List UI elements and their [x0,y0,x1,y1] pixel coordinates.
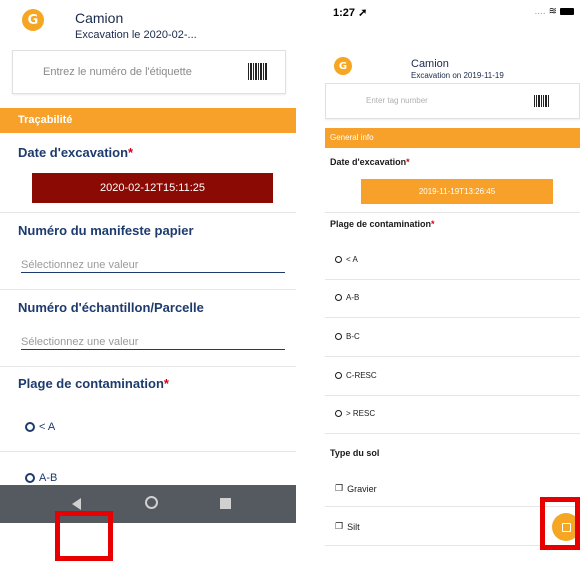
radio-option[interactable]: A-B [25,472,57,484]
status-time: 1:27 ➚ [333,7,368,19]
tag-input-placeholder: Entrez le numéro de l'étiquette [43,66,192,78]
signal-icon: .... [534,6,546,17]
radio-option[interactable]: < A [335,255,358,264]
date-button[interactable]: 2020-02-12T15:11:25 [32,173,273,203]
back-icon[interactable] [72,498,81,510]
divider [0,289,296,290]
radio-circle-icon [335,410,342,417]
divider [325,317,580,318]
divider [0,212,296,213]
radio-circle-icon [25,422,35,432]
app-subtitle: Excavation le 2020-02-... [75,29,197,41]
section-header: Traçabilité [0,108,296,133]
manifest-label: Numéro du manifeste papier [18,223,194,238]
logo-g-icon: G [334,57,352,75]
tag-input-placeholder: Enter tag number [366,96,428,105]
radio-circle-icon [335,256,342,263]
divider [325,356,580,357]
barcode-icon[interactable] [534,95,550,107]
tag-input[interactable]: Enter tag number [325,83,580,119]
android-screen: G Camion Excavation le 2020-02-... Entre… [0,0,296,561]
radio-option[interactable]: < A [25,421,55,433]
checkbox-option[interactable]: ❐ Gravier [335,483,377,494]
divider [0,366,296,367]
app-title: Camion [75,10,124,26]
app-subtitle: Excavation on 2019-11-19 [411,71,504,80]
divider [325,279,580,280]
radio-circle-icon [25,473,35,483]
contamination-label: Plage de contamination* [18,376,169,391]
android-nav-bar [0,485,296,523]
divider [325,395,580,396]
highlight-box [540,497,580,550]
divider [325,212,580,213]
divider [325,433,580,434]
status-icons: .... ≋ [534,6,574,17]
section-header: General info [325,128,580,148]
highlight-box [55,511,113,561]
ios-screen: 1:27 ➚ .... ≋ G Camion Excavation on 201… [325,0,580,561]
radio-circle-icon [335,372,342,379]
radio-option[interactable]: C-RESC [335,371,377,380]
recent-apps-icon[interactable] [220,498,231,509]
radio-option[interactable]: A-B [335,293,359,302]
radio-option[interactable]: > RESC [335,409,375,418]
checkbox-option[interactable]: ❐ Silt [335,521,360,532]
battery-icon [560,8,574,15]
divider [0,451,296,452]
tag-input[interactable]: Entrez le numéro de l'étiquette [12,50,286,94]
sample-label: Numéro d'échantillon/Parcelle [18,300,204,315]
radio-option[interactable]: B-C [335,332,360,341]
soil-type-label: Type du sol [330,448,380,458]
manifest-select[interactable]: Sélectionnez une valeur [21,259,285,273]
checkbox-icon: ❐ [335,483,344,493]
logo-g-icon: G [22,9,44,31]
sample-select[interactable]: Sélectionnez une valeur [21,336,285,350]
home-icon[interactable] [145,496,158,509]
date-label: Date d'excavation* [330,157,410,167]
date-label: Date d'excavation* [18,145,134,160]
date-button[interactable]: 2019-11-19T13:26:45 [361,179,553,204]
radio-circle-icon [335,333,342,340]
radio-circle-icon [335,294,342,301]
wifi-icon: ≋ [548,6,557,17]
barcode-icon[interactable] [248,63,268,80]
contamination-label: Plage de contamination* [330,219,435,229]
checkbox-icon: ❐ [335,521,344,531]
app-title: Camion [411,58,449,70]
